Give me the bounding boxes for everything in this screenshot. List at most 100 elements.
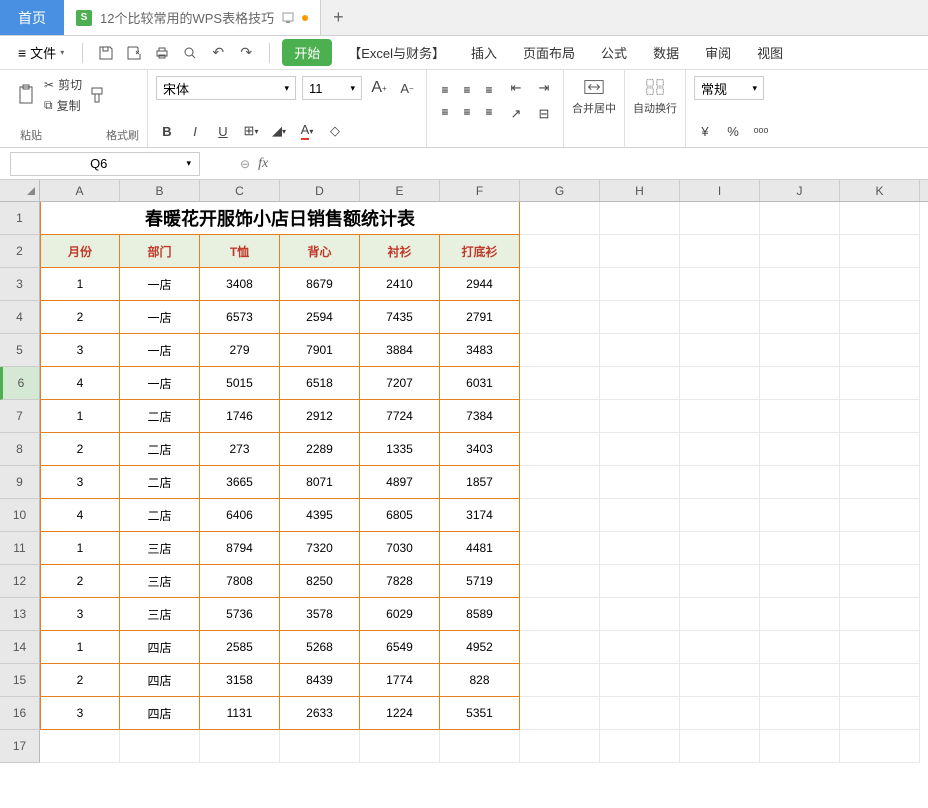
cell[interactable] [680,433,760,466]
cell[interactable] [520,400,600,433]
table-cell[interactable]: 7384 [440,400,520,433]
table-cell[interactable]: 5351 [440,697,520,730]
cell[interactable] [760,466,840,499]
cell[interactable] [680,598,760,631]
formula-input[interactable] [276,152,876,176]
column-header[interactable]: H [600,180,680,201]
cell[interactable] [760,301,840,334]
cell[interactable] [280,730,360,763]
cell[interactable] [520,202,600,235]
cell[interactable] [600,268,680,301]
tab-insert[interactable]: 插入 [461,37,507,68]
table-cell[interactable]: 一店 [120,334,200,367]
cell[interactable] [840,499,920,532]
table-cell[interactable]: 二店 [120,499,200,532]
table-cell[interactable]: 2791 [440,301,520,334]
table-cell[interactable]: 三店 [120,598,200,631]
cell[interactable] [520,235,600,268]
cell[interactable] [760,598,840,631]
cell[interactable] [840,301,920,334]
cell[interactable] [840,367,920,400]
clear-format-button[interactable]: ◇ [324,119,346,143]
table-cell[interactable]: 828 [440,664,520,697]
row-header[interactable]: 6 [0,367,40,400]
row-header[interactable]: 12 [0,565,40,598]
table-column-header[interactable]: 部门 [120,235,200,268]
cell[interactable] [760,631,840,664]
cell[interactable] [840,334,920,367]
row-header[interactable]: 7 [0,400,40,433]
table-column-header[interactable]: 打底衫 [440,235,520,268]
table-cell[interactable]: 二店 [120,466,200,499]
cell[interactable] [840,433,920,466]
cell[interactable] [600,301,680,334]
cell[interactable] [760,697,840,730]
print-icon[interactable] [151,42,173,64]
cell[interactable] [680,631,760,664]
cell[interactable] [600,565,680,598]
row-header[interactable]: 14 [0,631,40,664]
table-cell[interactable]: 3174 [440,499,520,532]
table-cell[interactable]: 一店 [120,301,200,334]
table-cell[interactable]: 3884 [360,334,440,367]
table-cell[interactable]: 2594 [280,301,360,334]
print-preview-icon[interactable] [179,42,201,64]
cell[interactable] [520,334,600,367]
table-cell[interactable]: 3483 [440,334,520,367]
cell[interactable] [760,664,840,697]
cell[interactable] [840,730,920,763]
cell[interactable] [760,730,840,763]
cell[interactable] [600,598,680,631]
table-cell[interactable]: 6549 [360,631,440,664]
table-cell[interactable]: 2 [40,301,120,334]
cell[interactable] [680,235,760,268]
cell[interactable] [840,598,920,631]
table-cell[interactable]: 2 [40,664,120,697]
table-cell[interactable]: 3408 [200,268,280,301]
cell[interactable] [760,532,840,565]
increase-font-icon[interactable]: A+ [368,76,390,100]
table-cell[interactable]: 4481 [440,532,520,565]
align-center-icon[interactable]: ≡ [457,102,477,122]
table-cell[interactable]: 8589 [440,598,520,631]
table-cell[interactable]: 2944 [440,268,520,301]
cell[interactable] [120,730,200,763]
cell[interactable] [600,532,680,565]
column-header[interactable]: F [440,180,520,201]
redo-icon[interactable]: ↷ [235,42,257,64]
table-cell[interactable]: 5015 [200,367,280,400]
table-cell[interactable]: 3 [40,697,120,730]
table-cell[interactable]: 3 [40,334,120,367]
table-cell[interactable]: 2 [40,565,120,598]
cell[interactable] [840,565,920,598]
table-cell[interactable]: 三店 [120,565,200,598]
table-cell[interactable]: 4897 [360,466,440,499]
cell[interactable] [840,532,920,565]
cell[interactable] [520,433,600,466]
cell[interactable] [600,664,680,697]
font-name-select[interactable]: 宋体▾ [156,76,296,100]
table-title[interactable]: 春暖花开服饰小店日销售额统计表 [40,202,520,235]
table-cell[interactable]: 6029 [360,598,440,631]
table-cell[interactable]: 4 [40,499,120,532]
cell[interactable] [360,730,440,763]
cell[interactable] [600,235,680,268]
tab-start[interactable]: 开始 [282,39,332,66]
column-header[interactable]: C [200,180,280,201]
cell[interactable] [200,730,280,763]
table-cell[interactable]: 7901 [280,334,360,367]
cell[interactable] [520,565,600,598]
cell[interactable] [680,268,760,301]
table-cell[interactable]: 一店 [120,367,200,400]
cell[interactable] [680,499,760,532]
table-cell[interactable]: 2585 [200,631,280,664]
table-cell[interactable]: 8794 [200,532,280,565]
column-header[interactable]: G [520,180,600,201]
table-cell[interactable]: 1774 [360,664,440,697]
tab-home[interactable]: 首页 [0,0,64,35]
row-header[interactable]: 4 [0,301,40,334]
cell[interactable] [760,433,840,466]
cell[interactable] [600,334,680,367]
merge-split-icon[interactable]: ⊟ [533,102,555,126]
cell[interactable] [840,631,920,664]
